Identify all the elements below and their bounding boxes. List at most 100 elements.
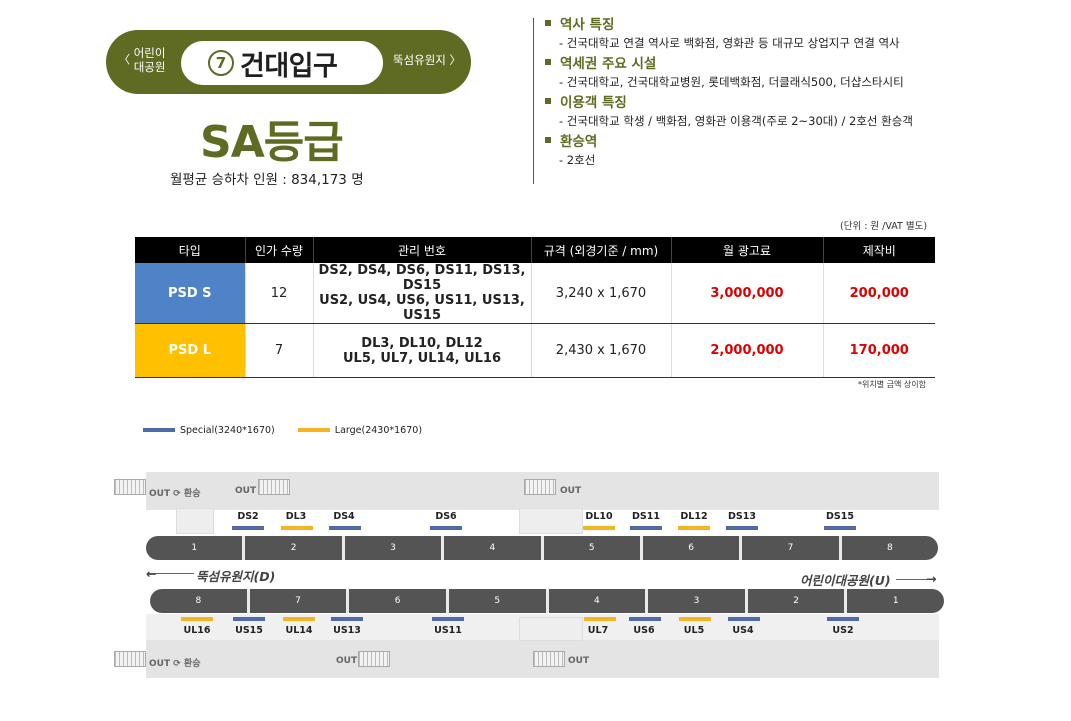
info-item: 이용객 특징 - 건국대학교 학생 / 백화점, 영화관 이용객(주로 2~30… <box>545 94 985 129</box>
station-info: 역사 특징 - 건국대학교 연결 역사로 백화점, 영화관 등 대규모 상업지구… <box>545 16 985 172</box>
table-row: PSD S 12 DS2, DS4, DS6, DS11, DS13, DS15… <box>135 263 935 324</box>
codes-cell: DL3, DL10, DL12 UL5, UL7, UL14, UL16 <box>313 323 532 378</box>
table-header-row: 타입 인가 수량 관리 번호 규격 (외경기준 / mm) 월 광고료 제작비 <box>135 237 935 263</box>
col-header: 타입 <box>135 237 246 263</box>
door-special <box>630 526 662 530</box>
door-large <box>679 617 711 621</box>
door-label: DS11 <box>632 511 660 522</box>
train-car: 5 <box>544 536 643 560</box>
station-number: 7 <box>208 50 234 76</box>
info-item: 역세권 주요 시설 - 건국대학교, 건국대학교병원, 롯데백화점, 더클래식5… <box>545 55 985 90</box>
next-station: 뚝섬유원지 〉 <box>392 53 462 67</box>
train-car: 8 <box>150 589 250 613</box>
train-car: 1 <box>146 536 246 560</box>
exit-label: OUT ⟳ 환승 <box>149 489 201 499</box>
door-label: US11 <box>434 625 462 636</box>
door-label: US6 <box>633 625 655 636</box>
door-special <box>430 526 462 530</box>
door-label: UL16 <box>183 625 211 636</box>
info-item: 환승역 - 2호선 <box>545 133 985 168</box>
door-label: DL12 <box>680 511 708 522</box>
col-header: 관리 번호 <box>313 237 532 263</box>
door-label: UL5 <box>683 625 705 636</box>
direction-left: 뚝섬유원지(D) <box>196 569 276 584</box>
train-car: 5 <box>449 589 549 613</box>
arrow-left-icon: ← <box>146 566 157 581</box>
door-label: US2 <box>832 625 854 636</box>
door-label: DL10 <box>585 511 613 522</box>
col-header: 제작비 <box>823 237 935 263</box>
door-label: US15 <box>235 625 263 636</box>
pillar <box>176 508 214 534</box>
door-special <box>233 617 265 621</box>
door-label: DS13 <box>728 511 756 522</box>
train-car: 6 <box>349 589 449 613</box>
train-car: 2 <box>748 589 848 613</box>
divider <box>533 18 534 184</box>
legend-large: Large(2430*1670) <box>297 425 422 436</box>
size-cell: 3,240 x 1,670 <box>531 263 672 324</box>
door-special <box>329 526 361 530</box>
exit-label: OUT <box>568 656 590 666</box>
train-car: 4 <box>549 589 649 613</box>
prod-cell: 200,000 <box>823 263 935 324</box>
pillar <box>519 617 583 641</box>
col-header: 규격 (외경기준 / mm) <box>531 237 672 263</box>
legend: Special(3240*1670) Large(2430*1670) <box>143 424 442 436</box>
qty-cell: 12 <box>245 263 314 324</box>
col-header: 월 광고료 <box>671 237 824 263</box>
pricing-table: 타입 인가 수량 관리 번호 규격 (외경기준 / mm) 월 광고료 제작비 … <box>135 237 935 378</box>
door-label: DS15 <box>826 511 854 522</box>
door-large <box>583 526 615 530</box>
door-label: UL7 <box>587 625 609 636</box>
stairs-icon <box>524 479 556 495</box>
type-cell: PSD S <box>135 263 246 324</box>
door-large <box>281 526 313 530</box>
door-label: US4 <box>732 625 754 636</box>
stairs-icon <box>258 479 290 495</box>
door-large <box>584 617 616 621</box>
train-car: 3 <box>345 536 445 560</box>
train-car: 4 <box>444 536 544 560</box>
pillar <box>519 508 583 534</box>
door-large <box>181 617 213 621</box>
door-special <box>432 617 464 621</box>
stairs-icon <box>358 651 390 667</box>
door-label: UL14 <box>285 625 313 636</box>
unit-note: (단위 : 원 /VAT 별도) <box>840 221 928 232</box>
train-bottom: 8 7 6 5 4 3 2 1 <box>150 589 944 613</box>
legend-special: Special(3240*1670) <box>143 425 275 436</box>
door-label: DS4 <box>333 511 355 522</box>
door-special <box>824 526 856 530</box>
prev-station: 〈 어린이 대공원 <box>118 46 166 74</box>
monthly-ridership: 월평균 승하차 인원 : 834,173 명 <box>170 172 364 188</box>
qty-cell: 7 <box>245 323 314 378</box>
door-label: DS6 <box>435 511 457 522</box>
prod-cell: 170,000 <box>823 323 935 378</box>
door-special <box>726 526 758 530</box>
exit-label: OUT ⟳ 환승 <box>149 659 201 669</box>
table-row: PSD L 7 DL3, DL10, DL12 UL5, UL7, UL14, U… <box>135 323 935 378</box>
stairs-icon <box>114 651 146 667</box>
door-label: DS2 <box>237 511 259 522</box>
info-item: 역사 특징 - 건국대학교 연결 역사로 백화점, 영화관 등 대규모 상업지구… <box>545 16 985 51</box>
direction-right: 어린이대공원(U) <box>800 573 891 588</box>
door-large <box>283 617 315 621</box>
foot-note: *위치별 금액 상이함 <box>858 380 926 389</box>
door-label: DL3 <box>285 511 307 522</box>
codes-cell: DS2, DS4, DS6, DS11, DS13, DS15 US2, US4,… <box>313 263 532 324</box>
door-special <box>728 617 760 621</box>
door-special <box>629 617 661 621</box>
station-name: 건대입구 <box>240 51 338 82</box>
exit-label: OUT <box>336 656 358 666</box>
fee-cell: 2,000,000 <box>671 323 824 378</box>
door-large <box>678 526 710 530</box>
door-special <box>827 617 859 621</box>
col-header: 인가 수량 <box>245 237 314 263</box>
door-label: US13 <box>333 625 361 636</box>
arrow-right-icon: → <box>926 571 937 586</box>
station-grade: SA등급 <box>200 117 344 168</box>
train-car: 7 <box>250 589 350 613</box>
type-cell: PSD L <box>135 323 246 378</box>
size-cell: 2,430 x 1,670 <box>531 323 672 378</box>
